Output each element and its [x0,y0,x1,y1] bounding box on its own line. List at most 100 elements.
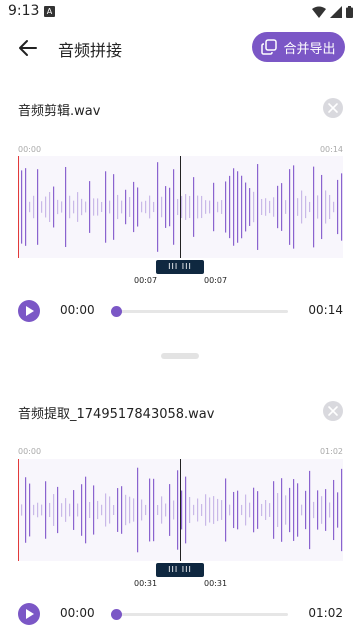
playhead-line [180,156,181,258]
waveform-bar [225,181,227,233]
play-button[interactable] [18,603,40,625]
remove-track-button[interactable] [323,98,343,118]
progress-slider[interactable] [111,609,288,620]
waveform-bar [317,195,319,219]
waveform-bar [165,186,167,228]
waveform-bar [297,483,299,537]
waveform-bar [293,165,295,249]
waveform-bar [237,490,239,530]
waveform-bar [45,196,47,218]
status-bar: 9:13 A [0,0,361,24]
waveform-bar [189,496,191,524]
waveform-bar [269,503,271,517]
waveform-bar [209,497,211,523]
waveform-bar [313,166,315,248]
waveform-bar [341,468,343,552]
drag-handle-divider[interactable] [161,353,199,359]
waveform-bar [125,494,127,526]
waveform-bar [285,495,287,525]
waveform-bar [321,496,323,524]
waveform-bar [229,175,231,239]
waveform-bar [229,504,231,516]
waveform-bar [153,201,155,213]
waveform-bar [329,502,331,518]
waveform[interactable] [18,156,343,258]
waveform-bar [293,479,295,541]
marker-left-time: 00:31 [134,579,158,588]
waveform-bar [101,201,103,213]
waveform-bar [221,200,223,214]
waveform-bar [277,493,279,527]
waveform-bar [49,191,51,223]
waveform-bar [261,199,263,215]
waveform-bar [121,486,123,534]
slider-thumb[interactable] [111,609,122,620]
waveform-bar [41,504,43,516]
waveform-bar [317,490,319,530]
waveform-bar [253,487,255,533]
trim-handle[interactable]: III III [156,260,204,274]
waveform-bar [205,200,207,214]
play-button[interactable] [18,300,40,322]
progress-slider[interactable] [111,306,288,317]
waveform-bar [133,181,135,233]
start-marker [18,459,19,561]
waveform-bar [313,501,315,519]
waveform-bar [97,500,99,520]
waveform-bar [289,487,291,533]
waveform-bar [53,186,55,228]
notification-a-icon: A [44,6,55,17]
waveform-bar [241,504,243,516]
waveform-bar [245,494,247,526]
waveform-bar [85,201,87,213]
slider-thumb[interactable] [111,306,122,317]
waveform-bar [173,500,175,520]
waveform-bar [185,476,187,544]
waveform-bar [297,198,299,216]
waveform-bar [77,192,79,222]
waveform-bar [125,189,127,225]
waveform-bar [165,503,167,517]
waveform-bar [145,200,147,214]
waveform-bar [285,200,287,214]
arrow-left-icon [19,40,37,56]
back-button[interactable] [16,36,40,60]
waveform-bar [217,201,219,213]
waveform-bar [21,170,23,244]
waveform-bar [225,478,227,542]
waveform[interactable] [18,459,343,561]
waveform-bar [161,196,163,218]
waveform-bar [213,182,215,232]
trim-handle[interactable]: III III [156,563,204,577]
waveform-bar [333,479,335,541]
waveform-bar [113,504,115,516]
remove-track-button[interactable] [323,401,343,421]
waveform-bar [269,200,271,214]
waveform-bar [61,503,63,517]
close-icon [328,103,338,113]
waveform-bar [265,500,267,520]
waveform-bar [169,484,171,536]
waveform-bar [273,481,275,539]
waveform-bar [321,174,323,240]
waveform-bar [93,485,95,535]
close-icon [328,406,338,416]
waveform-bar [141,201,143,213]
waveform-bar [249,188,251,226]
waveform-bar [29,483,31,537]
waveform-bar [81,484,83,536]
waveform-bar [261,503,263,517]
waveform-bar [29,201,31,213]
app-bar: 音频拼接 合并导出 [0,24,361,72]
waveform-bar [181,195,183,219]
merge-export-button[interactable]: 合并导出 [252,32,345,62]
waveform-bar [141,499,143,521]
waveform-bar [305,195,307,219]
waveform-bar [65,498,67,522]
waveform-bar [149,478,151,542]
waveform-bar [217,498,219,522]
waveform-bar [205,494,207,526]
waveform-bar [337,492,339,528]
waveform-bar [281,183,283,231]
waveform-bar [237,171,239,243]
